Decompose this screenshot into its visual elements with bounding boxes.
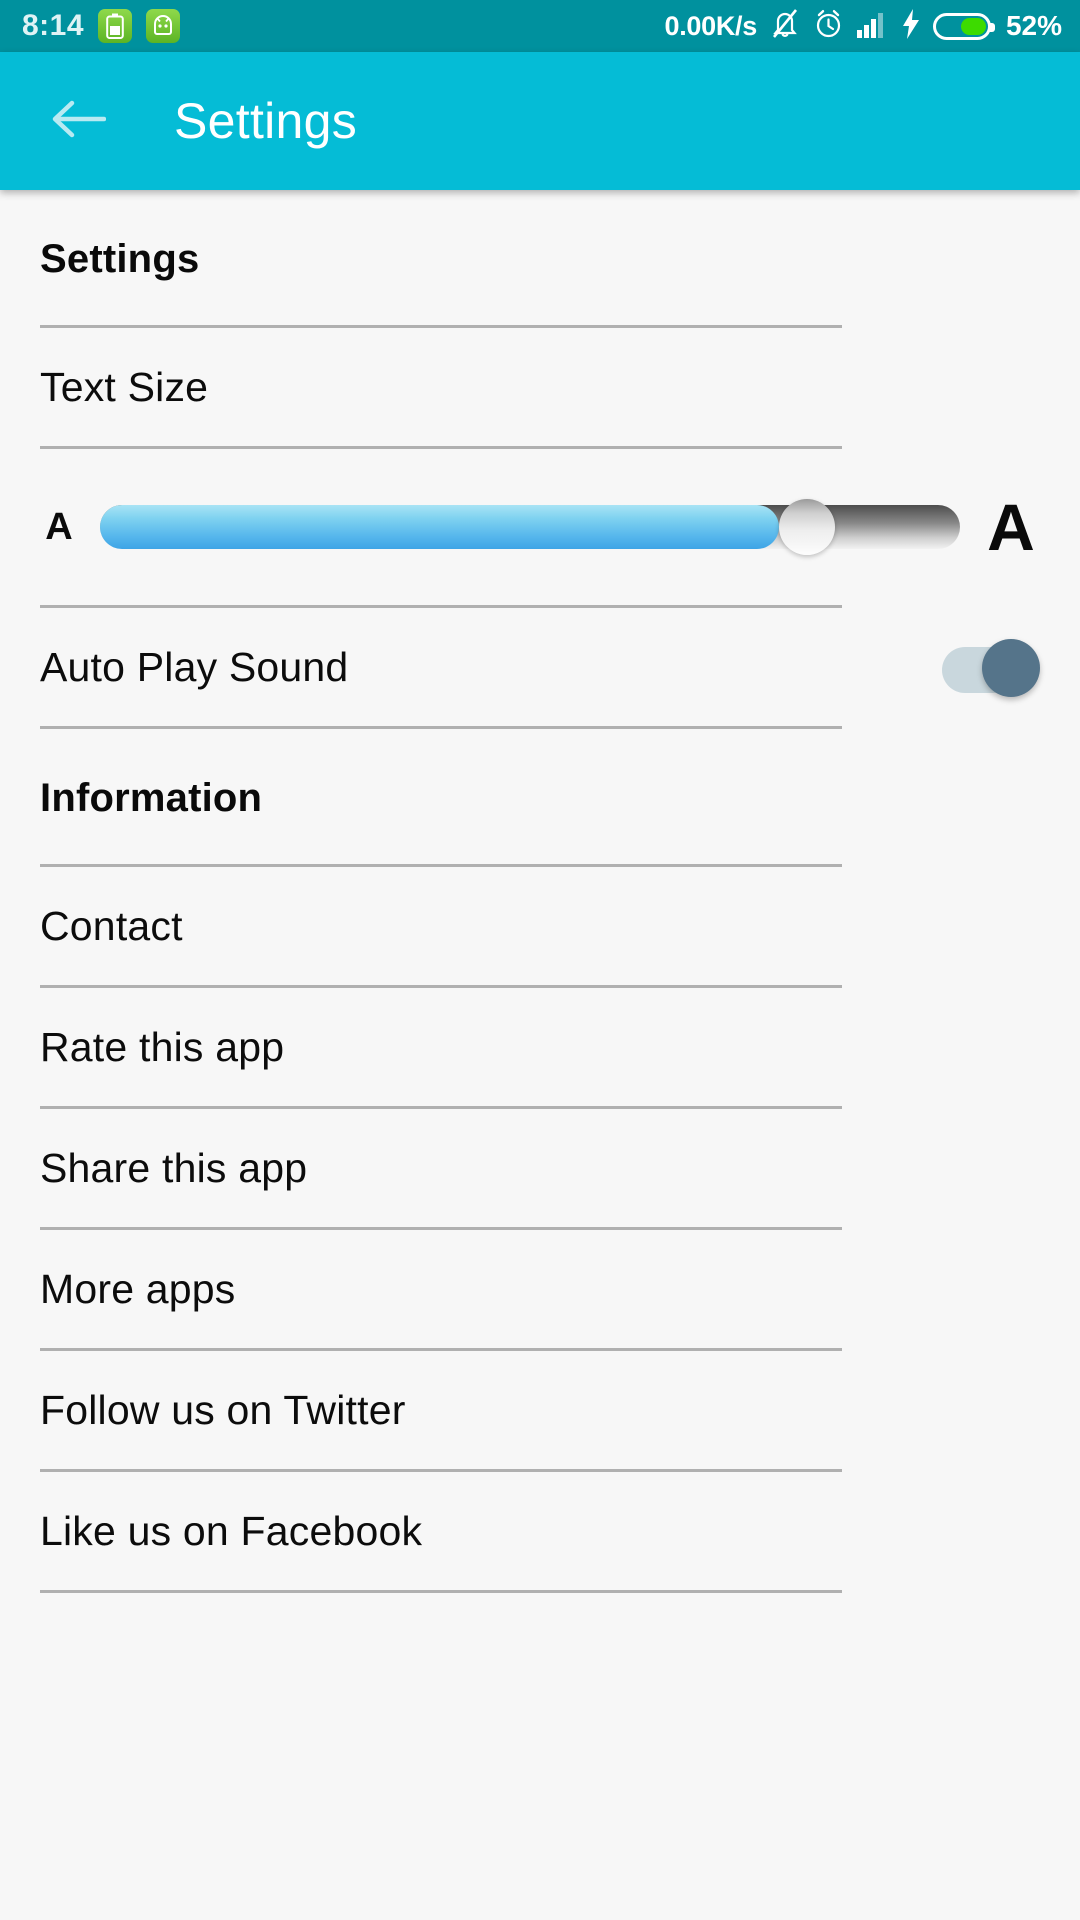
app-bar: Settings xyxy=(0,52,1080,190)
list-item-label: Auto Play Sound xyxy=(40,643,349,690)
section-header-settings: Settings xyxy=(40,237,200,281)
text-size-slider[interactable] xyxy=(100,499,960,555)
large-a-label: A xyxy=(987,490,1035,564)
list-item-label: Text Size xyxy=(40,363,209,410)
list-item-auto-play-sound[interactable]: Auto Play Sound xyxy=(0,608,1080,726)
list-item-label: Contact xyxy=(40,902,183,949)
status-bar-right: 0.00K/s 52% xyxy=(664,8,1062,45)
list-item-like-us-on-facebook[interactable]: Like us on Facebook xyxy=(0,1472,1080,1590)
arrow-left-icon xyxy=(50,97,107,146)
section-settings: Settings Text Size A A Auto Play Sound xyxy=(0,190,1080,729)
auto-play-sound-toggle[interactable] xyxy=(942,639,1040,697)
list-item-share-this-app[interactable]: Share this app xyxy=(0,1109,1080,1227)
section-information: Information Contact Rate this app Share … xyxy=(0,729,1080,1593)
list-item-more-apps[interactable]: More apps xyxy=(0,1230,1080,1348)
page-title: Settings xyxy=(174,93,358,149)
list-item-label: Share this app xyxy=(40,1144,308,1191)
list-item-label: Follow us on Twitter xyxy=(40,1386,406,1433)
list-item-contact[interactable]: Contact xyxy=(0,867,1080,985)
battery-icon xyxy=(932,12,995,40)
list-item-follow-us-on-twitter[interactable]: Follow us on Twitter xyxy=(0,1351,1080,1469)
settings-content: Settings Text Size A A Auto Play Sound I… xyxy=(0,190,1080,1593)
bell-muted-icon xyxy=(770,8,800,45)
small-a-label: A xyxy=(45,505,73,548)
divider xyxy=(40,1590,842,1593)
list-item-text-size[interactable]: Text Size xyxy=(0,328,1080,446)
list-item-rate-this-app[interactable]: Rate this app xyxy=(0,988,1080,1106)
charging-bolt-icon xyxy=(902,8,920,44)
battery-fill xyxy=(961,17,986,35)
list-item-label: More apps xyxy=(40,1265,236,1312)
toggle-thumb[interactable] xyxy=(982,639,1040,697)
android-robot-app-icon xyxy=(146,9,181,43)
battery-percent-label: 52% xyxy=(1005,10,1062,41)
status-bar-left: 8:14 xyxy=(22,9,181,43)
list-item-label: Like us on Facebook xyxy=(40,1507,423,1554)
alarm-clock-icon xyxy=(813,8,844,45)
text-size-slider-row: A A xyxy=(0,449,1080,605)
section-header-information: Information xyxy=(40,776,263,820)
signal-bars-icon xyxy=(856,10,889,43)
section-header-information-wrap: Information xyxy=(0,729,1080,864)
back-button[interactable] xyxy=(46,89,110,153)
slider-thumb[interactable] xyxy=(779,499,836,555)
network-speed-label: 0.00K/s xyxy=(664,10,757,41)
slider-track-fill xyxy=(100,505,780,549)
section-header-settings-wrap: Settings xyxy=(0,190,1080,325)
status-bar-clock: 8:14 xyxy=(22,9,85,42)
battery-app-icon xyxy=(98,9,133,43)
status-bar: 8:14 0.00K/s 52% xyxy=(0,0,1080,52)
list-item-label: Rate this app xyxy=(40,1023,285,1070)
